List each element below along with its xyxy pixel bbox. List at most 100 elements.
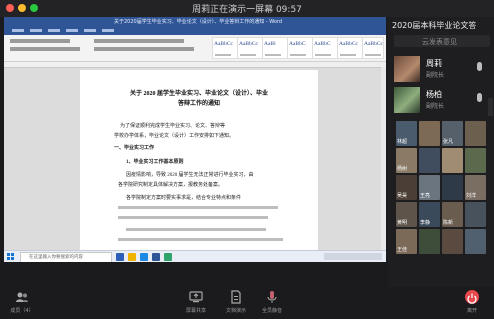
participant-name: 王亮 bbox=[420, 193, 431, 199]
participant-tile[interactable] bbox=[465, 121, 486, 146]
ruler bbox=[4, 62, 386, 68]
microphone-icon bbox=[477, 62, 482, 71]
participant-name: 杨树 bbox=[397, 166, 408, 172]
participant-name: 黄明 bbox=[397, 220, 408, 226]
mute-all-label: 全员静音 bbox=[261, 308, 282, 314]
ribbon-tab bbox=[102, 29, 114, 32]
avatar bbox=[394, 56, 420, 82]
participant-tile[interactable]: 王亮 bbox=[419, 175, 440, 200]
speaker-card[interactable]: 杨柏 副院长 bbox=[392, 85, 492, 115]
style-normal[interactable]: AaBbCc bbox=[212, 37, 238, 59]
file-explorer-icon[interactable] bbox=[128, 253, 136, 261]
leave-icon bbox=[465, 290, 479, 304]
vertical-scrollbar[interactable] bbox=[381, 67, 386, 250]
participant-name: 李静 bbox=[420, 220, 431, 226]
mute-all-button[interactable]: 全员静音 bbox=[252, 290, 292, 318]
style-label: AaBbCc bbox=[214, 41, 233, 47]
leave-label: 离开 bbox=[466, 308, 477, 314]
microphone-icon bbox=[267, 291, 277, 303]
doc-text-line bbox=[126, 228, 266, 231]
participant-tile[interactable]: 刘洋 bbox=[465, 175, 486, 200]
style-label: AaBbC bbox=[314, 41, 331, 47]
participant-tile[interactable] bbox=[465, 148, 486, 173]
participant-tile[interactable] bbox=[442, 229, 463, 254]
taskbar-search-placeholder: 在这里输入你要搜索的内容 bbox=[29, 255, 83, 260]
participant-tile[interactable] bbox=[465, 202, 486, 227]
document-area: 关于 2020 届学生毕业实习、毕业论文（设计）、毕业 答辩工作的通知 为了保证… bbox=[4, 62, 386, 255]
share-screen-label: 屏幕共享 bbox=[185, 308, 206, 314]
participant-name: 刘洋 bbox=[466, 193, 477, 199]
ribbon-font-group bbox=[10, 39, 70, 43]
meeting-title: 2020届本科毕业论文答 bbox=[392, 21, 477, 30]
participant-tile[interactable]: 黄明 bbox=[396, 202, 417, 227]
ribbon-tab bbox=[66, 29, 78, 32]
participant-tile[interactable]: 李静 bbox=[419, 202, 440, 227]
members-icon bbox=[16, 292, 28, 302]
speaker-role: 副院长 bbox=[426, 72, 445, 79]
document-page[interactable]: 关于 2020 届学生毕业实习、毕业论文（设计）、毕业 答辩工作的通知 为了保证… bbox=[80, 70, 318, 255]
participant-tile[interactable] bbox=[419, 121, 440, 146]
style-label: AaBl bbox=[264, 41, 276, 47]
word-app-icon[interactable] bbox=[152, 253, 160, 261]
window-titlebar: 周莉正在演示一屏幕 09:57 bbox=[0, 0, 494, 17]
leave-meeting-button[interactable]: 离开 bbox=[452, 290, 492, 318]
style-label: AaBbCc bbox=[364, 41, 383, 47]
speaker-card[interactable]: 周莉 副院长 bbox=[392, 54, 492, 84]
task-view-icon[interactable] bbox=[116, 253, 124, 261]
participant-tile[interactable] bbox=[465, 229, 486, 254]
style-heading2[interactable]: AaBbC bbox=[287, 37, 313, 59]
style-label: AaBbCc bbox=[339, 41, 358, 47]
participant-tile[interactable] bbox=[442, 175, 463, 200]
shared-screen: 关于2020届学生毕业实习、毕业论文（设计）、毕业答辩工作的通知 - Word … bbox=[4, 17, 386, 262]
windows-taskbar: 在这里输入你要搜索的内容 bbox=[4, 250, 386, 262]
doc-paragraph-line: 因疫情影响，导致 2020 届学生无法正常进行毕业实习，由 bbox=[126, 173, 254, 178]
participant-name: 吴昊 bbox=[397, 193, 408, 199]
word-ribbon-tabs bbox=[4, 27, 386, 35]
collapse-sidebar-handle[interactable] bbox=[488, 98, 493, 116]
members-button[interactable]: 成员（4） bbox=[2, 290, 42, 318]
doc-section-heading: 一、毕业实习工作 bbox=[114, 146, 155, 151]
ribbon-paragraph-group bbox=[94, 39, 184, 43]
participants-sidebar: 2020届本科毕业论文答 云发表意见 周莉 副院长 杨柏 副院长 林超 张凡 杨… bbox=[388, 17, 494, 287]
participant-tile[interactable]: 王佳 bbox=[396, 229, 417, 254]
participant-tile[interactable] bbox=[419, 148, 440, 173]
meeting-controls: 成员（4） 屏幕共享 文档演示 全员静音 离开 bbox=[0, 287, 494, 319]
meeting-app-icon[interactable] bbox=[164, 253, 172, 261]
style-title[interactable]: AaBbC bbox=[312, 37, 338, 59]
doc-text-line bbox=[118, 238, 283, 241]
share-screen-button[interactable]: 屏幕共享 bbox=[176, 290, 216, 318]
ribbon-format-group bbox=[10, 47, 80, 51]
participant-tile[interactable]: 杨树 bbox=[396, 148, 417, 173]
participant-name: 林超 bbox=[397, 139, 408, 145]
participant-tile[interactable]: 吴昊 bbox=[396, 175, 417, 200]
windows-start-icon[interactable] bbox=[7, 253, 15, 261]
doc-paragraph-line: 学校办学体系，毕业论文（设计）工作安排如下通知。 bbox=[114, 134, 235, 139]
browser-icon[interactable] bbox=[140, 253, 148, 261]
doc-collab-button[interactable]: 文档演示 bbox=[216, 290, 256, 318]
style-label: AaBbCc bbox=[239, 41, 258, 47]
window-title: 周莉正在演示一屏幕 09:57 bbox=[192, 5, 302, 15]
screen-share-icon bbox=[189, 291, 203, 303]
participant-name: 陈新 bbox=[443, 220, 454, 226]
style-subtitle[interactable]: AaBbCc bbox=[337, 37, 363, 59]
speaker-role: 副院长 bbox=[426, 103, 445, 110]
ribbon-tab bbox=[48, 29, 60, 32]
ribbon-tab bbox=[12, 29, 24, 32]
participant-tile[interactable]: 陈新 bbox=[442, 202, 463, 227]
doc-text-line bbox=[118, 206, 278, 209]
style-emphasis[interactable]: AaBbCc bbox=[362, 37, 384, 59]
doc-paragraph-line: 各学院制定方案时要实事求是，结合专业特点和条件 bbox=[126, 196, 242, 201]
meeting-subtitle: 云发表意见 bbox=[422, 38, 457, 46]
style-no-spacing[interactable]: AaBbCc bbox=[237, 37, 263, 59]
system-tray bbox=[324, 253, 382, 260]
word-titlebar: 关于2020届学生毕业实习、毕业论文（设计）、毕业答辩工作的通知 - Word bbox=[4, 17, 386, 27]
participant-tile[interactable]: 林超 bbox=[396, 121, 417, 146]
taskbar-search-box[interactable]: 在这里输入你要搜索的内容 bbox=[20, 252, 112, 262]
participant-tile[interactable] bbox=[419, 229, 440, 254]
style-label: AaBbC bbox=[289, 41, 306, 47]
style-heading1[interactable]: AaBl bbox=[262, 37, 288, 59]
participant-tile[interactable]: 张凡 bbox=[442, 121, 463, 146]
meeting-subtitle-box[interactable]: 云发表意见 bbox=[394, 35, 490, 47]
participant-tile[interactable] bbox=[442, 148, 463, 173]
document-icon bbox=[231, 290, 241, 304]
